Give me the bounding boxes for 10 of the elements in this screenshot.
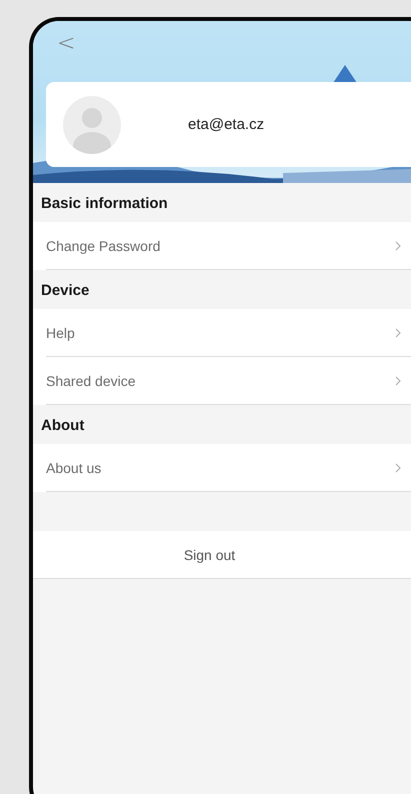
section-title: About [40,416,86,436]
menu-item[interactable]: Shared device [33,357,411,405]
menu-item[interactable]: Help [33,309,411,357]
email-text: eta@eta.cz [188,116,264,133]
back-button[interactable]: < [53,31,80,56]
menu-item[interactable]: Change Password [33,222,411,270]
section-title: Device [40,281,90,301]
sign-out-button[interactable]: Sign out [33,531,411,579]
menu-item[interactable]: About us [33,444,411,492]
section-title: Basic information [40,194,169,214]
